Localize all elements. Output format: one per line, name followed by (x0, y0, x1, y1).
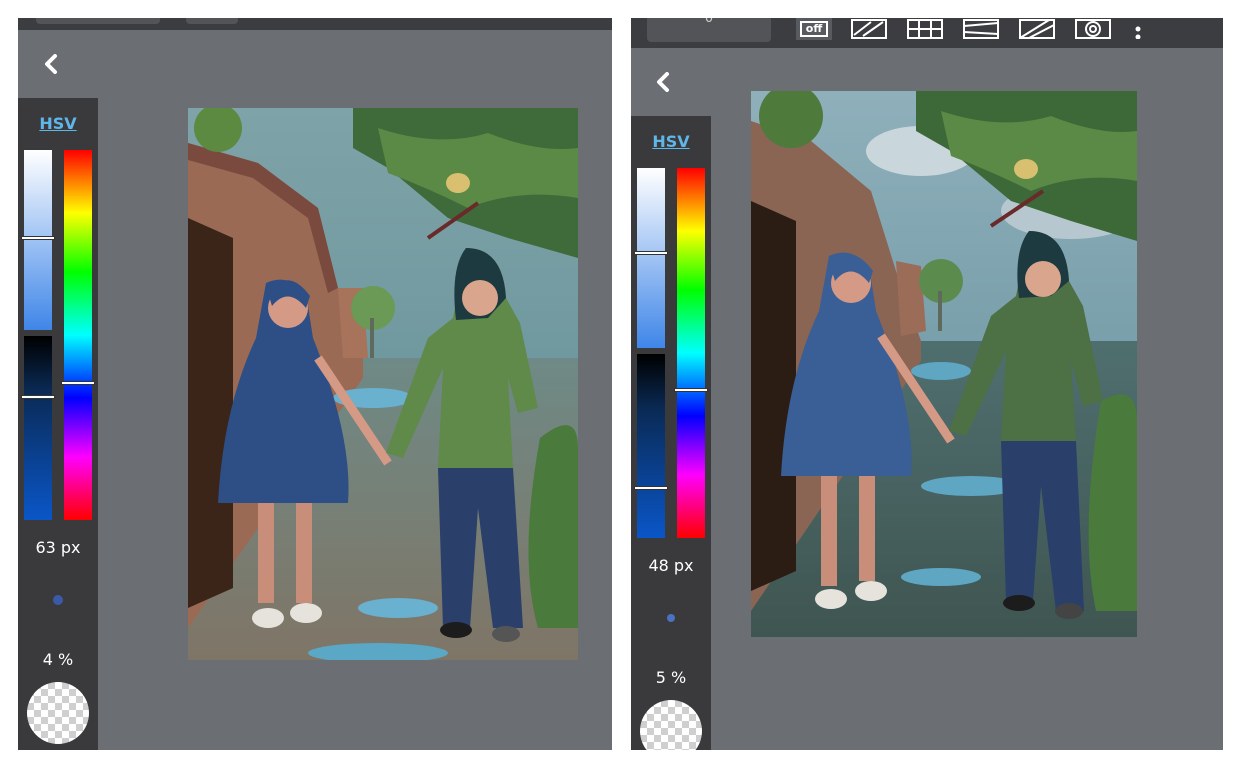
brush-size-label[interactable]: 63 px (18, 538, 98, 557)
hue-slider[interactable] (674, 168, 708, 538)
saturation-slider-thumb[interactable] (634, 486, 668, 490)
snap-off-label: off (799, 21, 829, 37)
brush-preview-dot (53, 595, 63, 605)
value-slider[interactable] (634, 168, 668, 348)
radial-ruler-icon[interactable] (1018, 18, 1056, 40)
drawing-canvas[interactable] (751, 91, 1137, 637)
top-toolbar (18, 18, 612, 30)
back-button[interactable] (38, 51, 64, 77)
parallel-ruler-icon[interactable] (850, 18, 888, 40)
concentric-ruler-icon[interactable] (1074, 18, 1112, 40)
brush-size-label[interactable]: 48 px (631, 556, 711, 575)
current-color-swatch[interactable] (27, 682, 89, 744)
saturation-slider[interactable] (21, 336, 55, 520)
off-icon[interactable]: off (796, 18, 832, 40)
toolbar-value-field[interactable]: 0 (647, 18, 771, 42)
saturation-slider-thumb[interactable] (21, 395, 55, 399)
saturation-slider[interactable] (634, 354, 668, 538)
grid-ruler-icon[interactable] (906, 18, 944, 40)
back-button[interactable] (650, 69, 676, 95)
color-mode-toggle[interactable]: HSV (18, 114, 98, 133)
opacity-label[interactable]: 4 % (18, 650, 98, 669)
value-slider[interactable] (21, 150, 55, 330)
toolbar-field[interactable] (36, 18, 160, 24)
hue-slider[interactable] (61, 150, 95, 520)
ruler-toolbar: off (796, 18, 1146, 40)
toolbar-button[interactable] (186, 18, 238, 24)
hue-slider-thumb[interactable] (674, 388, 708, 392)
color-sidebar: HSV 63 px 4 % (18, 98, 98, 750)
chevron-left-icon (45, 54, 57, 74)
current-color-swatch[interactable] (640, 700, 702, 750)
color-sidebar: HSV 48 px 5 % (631, 116, 711, 750)
top-toolbar: 0 off (631, 18, 1223, 48)
artwork-illustration (751, 91, 1137, 637)
value-slider-thumb[interactable] (21, 236, 55, 240)
left-screen: HSV 63 px 4 % (18, 18, 612, 750)
chevron-left-icon (657, 72, 669, 92)
opacity-label[interactable]: 5 % (631, 668, 711, 687)
value-slider-thumb[interactable] (634, 251, 668, 255)
drawing-canvas[interactable] (188, 108, 578, 660)
right-screen: 0 off HSV 48 px 5 % (631, 18, 1223, 750)
brush-preview-dot (667, 614, 675, 622)
perspective-ruler-icon[interactable] (962, 18, 1000, 40)
color-mode-toggle[interactable]: HSV (631, 132, 711, 151)
artwork-illustration (188, 108, 578, 660)
more-vertical-icon[interactable] (1130, 18, 1146, 40)
hue-slider-thumb[interactable] (61, 381, 95, 385)
